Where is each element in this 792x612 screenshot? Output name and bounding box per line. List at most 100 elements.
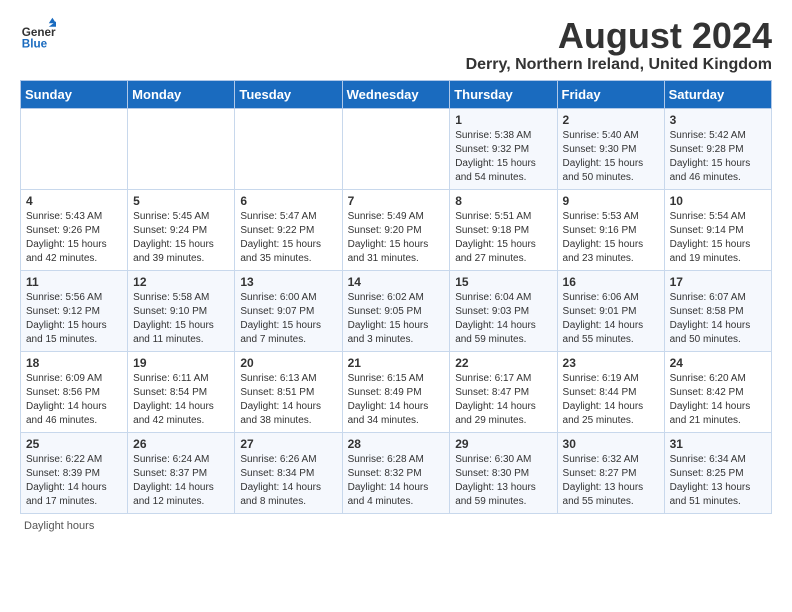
day-info: Sunrise: 5:45 AM xyxy=(133,210,229,224)
day-info: Sunset: 8:56 PM xyxy=(26,386,122,400)
day-info: Daylight: 14 hours and 4 minutes. xyxy=(348,481,445,509)
calendar-cell: 17Sunrise: 6:07 AMSunset: 8:58 PMDayligh… xyxy=(664,270,771,351)
day-info: Sunrise: 6:34 AM xyxy=(670,453,766,467)
day-info: Sunrise: 6:32 AM xyxy=(563,453,659,467)
day-info: Sunset: 8:47 PM xyxy=(455,386,551,400)
calendar-cell: 24Sunrise: 6:20 AMSunset: 8:42 PMDayligh… xyxy=(664,351,771,432)
day-info: Daylight: 14 hours and 55 minutes. xyxy=(563,319,659,347)
day-info: Sunset: 9:03 PM xyxy=(455,305,551,319)
day-info: Sunset: 9:24 PM xyxy=(133,224,229,238)
day-number: 31 xyxy=(670,437,766,451)
day-info: Sunset: 8:51 PM xyxy=(240,386,336,400)
calendar-cell: 28 Sunrise: 6:28 AMSunset: 8:32 PMDayligh… xyxy=(342,432,450,513)
day-info: Sunrise: 5:42 AM xyxy=(670,129,766,143)
day-info: Sunset: 9:30 PM xyxy=(563,143,659,157)
day-info: Daylight: 14 hours and 29 minutes. xyxy=(455,400,551,428)
calendar-week-row: 1Sunrise: 5:38 AMSunset: 9:32 PMDaylight… xyxy=(21,108,772,189)
calendar-header-monday: Monday xyxy=(128,80,235,108)
calendar-week-row: 25Sunrise: 6:22 AMSunset: 8:39 PMDayligh… xyxy=(21,432,772,513)
day-number: 9 xyxy=(563,194,659,208)
calendar-cell: 10Sunrise: 5:54 AMSunset: 9:14 PMDayligh… xyxy=(664,189,771,270)
calendar-cell: 7Sunrise: 5:49 AMSunset: 9:20 PMDaylight… xyxy=(342,189,450,270)
day-info: Sunrise: 6:15 AM xyxy=(348,372,445,386)
day-info: Sunrise: 6:09 AM xyxy=(26,372,122,386)
day-info: Daylight: 13 hours and 55 minutes. xyxy=(563,481,659,509)
footer: Daylight hours xyxy=(20,520,772,532)
day-info: Sunrise: 5:47 AM xyxy=(240,210,336,224)
day-info: Daylight: 14 hours and 59 minutes. xyxy=(455,319,551,347)
day-number: 13 xyxy=(240,275,336,289)
day-info: Daylight: 14 hours and 12 minutes. xyxy=(133,481,229,509)
day-info: Sunset: 8:58 PM xyxy=(670,305,766,319)
day-number: 27 xyxy=(240,437,336,451)
logo-icon: General Blue xyxy=(20,16,56,52)
day-number: 4 xyxy=(26,194,122,208)
day-info: Sunrise: 6:00 AM xyxy=(240,291,336,305)
day-info: Sunrise: 6:02 AM xyxy=(348,291,445,305)
day-number: 26 xyxy=(133,437,229,451)
day-info: Sunset: 8:39 PM xyxy=(26,467,122,481)
day-info: Daylight: 15 hours and 39 minutes. xyxy=(133,238,229,266)
day-info: Daylight: 14 hours and 21 minutes. xyxy=(670,400,766,428)
day-number: 10 xyxy=(670,194,766,208)
calendar-cell: 30 Sunrise: 6:32 AMSunset: 8:27 PMDayligh… xyxy=(557,432,664,513)
calendar-cell: 6Sunrise: 5:47 AMSunset: 9:22 PMDaylight… xyxy=(235,189,342,270)
day-info: Daylight: 14 hours and 17 minutes. xyxy=(26,481,122,509)
calendar-cell xyxy=(128,108,235,189)
day-info: Sunset: 8:37 PM xyxy=(133,467,229,481)
calendar-cell: 12Sunrise: 5:58 AMSunset: 9:10 PMDayligh… xyxy=(128,270,235,351)
day-info: Sunrise: 5:49 AM xyxy=(348,210,445,224)
calendar-week-row: 4Sunrise: 5:43 AMSunset: 9:26 PMDaylight… xyxy=(21,189,772,270)
day-number: 29 xyxy=(455,437,551,451)
day-info: Sunset: 8:42 PM xyxy=(670,386,766,400)
day-number: 1 xyxy=(455,113,551,127)
day-info: Daylight: 15 hours and 50 minutes. xyxy=(563,157,659,185)
day-info: Sunset: 9:22 PM xyxy=(240,224,336,238)
calendar-cell: 20Sunrise: 6:13 AMSunset: 8:51 PMDayligh… xyxy=(235,351,342,432)
calendar-header-friday: Friday xyxy=(557,80,664,108)
day-info: Daylight: 15 hours and 54 minutes. xyxy=(455,157,551,185)
calendar-header-saturday: Saturday xyxy=(664,80,771,108)
day-info: Sunset: 9:32 PM xyxy=(455,143,551,157)
logo: General Blue xyxy=(20,16,56,52)
day-info: Sunset: 8:54 PM xyxy=(133,386,229,400)
day-number: 12 xyxy=(133,275,229,289)
day-info: Sunset: 9:14 PM xyxy=(670,224,766,238)
day-info: Daylight: 14 hours and 8 minutes. xyxy=(240,481,336,509)
day-info: Sunset: 9:07 PM xyxy=(240,305,336,319)
calendar-cell: 14Sunrise: 6:02 AMSunset: 9:05 PMDayligh… xyxy=(342,270,450,351)
calendar-cell: 8Sunrise: 5:51 AMSunset: 9:18 PMDaylight… xyxy=(450,189,557,270)
day-info: Sunrise: 5:51 AM xyxy=(455,210,551,224)
day-number: 7 xyxy=(348,194,445,208)
day-info: Sunrise: 6:17 AM xyxy=(455,372,551,386)
main-title: August 2024 xyxy=(466,16,772,56)
day-info: Sunset: 9:01 PM xyxy=(563,305,659,319)
day-info: Daylight: 15 hours and 42 minutes. xyxy=(26,238,122,266)
calendar-cell: 31Sunrise: 6:34 AMSunset: 8:25 PMDayligh… xyxy=(664,432,771,513)
day-info: Daylight: 13 hours and 51 minutes. xyxy=(670,481,766,509)
day-info: Sunset: 8:27 PM xyxy=(563,467,659,481)
calendar-cell: 16Sunrise: 6:06 AMSunset: 9:01 PMDayligh… xyxy=(557,270,664,351)
day-info: Daylight: 14 hours and 38 minutes. xyxy=(240,400,336,428)
day-info: Sunrise: 6:11 AM xyxy=(133,372,229,386)
day-info: Sunset: 8:32 PM xyxy=(348,467,445,481)
day-number: 30 xyxy=(563,437,659,451)
title-block: August 2024 Derry, Northern Ireland, Uni… xyxy=(466,16,772,74)
calendar-cell: 22Sunrise: 6:17 AMSunset: 8:47 PMDayligh… xyxy=(450,351,557,432)
day-info: Sunset: 9:10 PM xyxy=(133,305,229,319)
calendar-cell xyxy=(21,108,128,189)
day-info: Sunrise: 6:28 AM xyxy=(348,453,445,467)
day-number: 21 xyxy=(348,356,445,370)
day-number: 17 xyxy=(670,275,766,289)
calendar-cell: 3Sunrise: 5:42 AMSunset: 9:28 PMDaylight… xyxy=(664,108,771,189)
day-number: 20 xyxy=(240,356,336,370)
day-number: 28 xyxy=(348,437,445,451)
daylight-label: Daylight hours xyxy=(24,520,94,532)
day-info: Daylight: 15 hours and 11 minutes. xyxy=(133,319,229,347)
day-info: Daylight: 14 hours and 50 minutes. xyxy=(670,319,766,347)
day-number: 16 xyxy=(563,275,659,289)
day-info: Sunrise: 5:53 AM xyxy=(563,210,659,224)
day-number: 18 xyxy=(26,356,122,370)
day-info: Sunset: 8:30 PM xyxy=(455,467,551,481)
day-info: Daylight: 15 hours and 15 minutes. xyxy=(26,319,122,347)
